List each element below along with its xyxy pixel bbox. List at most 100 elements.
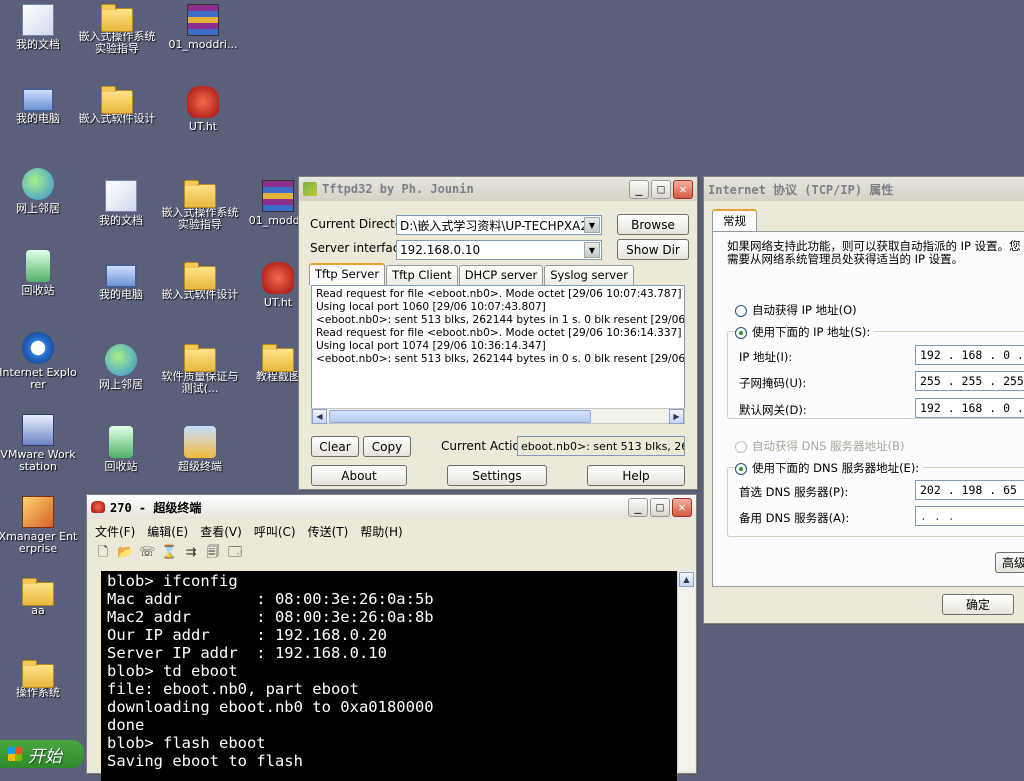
desktop-icon[interactable]: 嵌入式操作系统实验指导 (77, 4, 157, 55)
log-horizontal-scrollbar[interactable]: ◀ ▶ (311, 408, 685, 424)
maximize-button[interactable]: □ (651, 179, 671, 199)
desktop-icon[interactable]: 超级终端 (160, 426, 240, 473)
close-button[interactable]: ✕ (672, 497, 692, 517)
tab-tftpd[interactable]: DHCP server (458, 265, 544, 285)
menu-item[interactable]: 文件(F) (89, 523, 141, 540)
desktop-icon[interactable]: aa (0, 578, 78, 617)
my-computer-icon (105, 264, 137, 288)
scroll-left-icon[interactable]: ◀ (312, 409, 327, 424)
close-button[interactable]: ✕ (673, 179, 693, 199)
scroll-right-icon[interactable]: ▶ (669, 409, 684, 424)
desktop-icon[interactable]: 网上邻居 (81, 344, 161, 391)
clear-button[interactable]: Clear (311, 436, 359, 457)
subnet-mask-field[interactable]: 255 . 255 . 255 . 0 (915, 371, 1024, 391)
tftpd-titlebar[interactable]: Tftpd32 by Ph. Jounin _ □ ✕ (299, 177, 697, 201)
disconnect-icon[interactable]: ⌛ (161, 546, 177, 560)
preferred-dns-field[interactable]: 202 . 198 . 65 . 1 (915, 480, 1024, 500)
auto-ip-option[interactable]: 自动获得 IP 地址(O) (735, 302, 857, 318)
desktop-icon[interactable]: 回收站 (0, 250, 78, 297)
tcpip-titlebar[interactable]: Internet 协议 (TCP/IP) 属性 (704, 177, 1024, 201)
receive-icon[interactable]: 🗐 (205, 546, 221, 560)
copy-button[interactable]: Copy (363, 436, 411, 457)
tab-general[interactable]: 常规 (712, 209, 757, 231)
desktop-icon[interactable]: 回收站 (81, 426, 161, 473)
close-icon: ✕ (679, 182, 687, 196)
terminal-toolbar: 🗋 📂 ☏ ⌛ ⇉ 🗐 🗔 (95, 546, 243, 560)
send-icon[interactable]: ⇉ (183, 546, 199, 560)
tab-tftpd[interactable]: Syslog server (544, 265, 634, 285)
minimize-button[interactable]: _ (629, 179, 649, 199)
hyperterminal-phone-icon (262, 262, 294, 294)
menu-item[interactable]: 编辑(E) (141, 523, 194, 540)
chevron-down-icon[interactable]: ▼ (584, 217, 600, 233)
desktop-icon[interactable]: Xmanager Enterprise (0, 496, 78, 555)
current-directory-select[interactable]: D:\嵌入式学习资料\UP-TECHPXA27 ▼ (396, 215, 602, 235)
auto-dns-option[interactable]: 自动获得 DNS 服务器地址(B) (735, 438, 904, 454)
close-icon: ✕ (678, 500, 686, 514)
manual-dns-option[interactable]: 使用下面的 DNS 服务器地址(E): (735, 460, 924, 476)
console-line: Saving eboot to flash (107, 752, 303, 770)
default-gateway-field[interactable]: 192 . 168 . 0 . 254 (915, 398, 1024, 418)
desktop-icon-label: Xmanager Enterprise (0, 530, 78, 555)
start-button[interactable]: 开始 (0, 740, 84, 768)
menu-item[interactable]: 查看(V) (194, 523, 248, 540)
tab-tftpd[interactable]: Tftp Server (309, 263, 386, 285)
manual-dns-group (727, 467, 1024, 537)
server-interface-select[interactable]: 192.168.0.10 ▼ (396, 240, 602, 260)
desktop-icon[interactable]: 操作系统 (0, 660, 78, 699)
help-button[interactable]: Help (587, 465, 685, 486)
desktop-icon[interactable]: Internet Explorer (0, 332, 78, 391)
desktop-icon[interactable]: 01_moddri... (163, 4, 243, 51)
chevron-down-icon[interactable]: ▼ (584, 242, 600, 258)
terminal-titlebar[interactable]: 270 - 超级终端 _ □ ✕ (87, 495, 696, 519)
ip-address-field[interactable]: 192 . 168 . 0 . 10 (915, 345, 1024, 365)
console-line: Mac2 addr : 08:00:3e:26:0a:8b (107, 608, 434, 626)
settings-button[interactable]: Settings (447, 465, 547, 486)
properties-icon[interactable]: 🗔 (227, 546, 243, 560)
advanced-button[interactable]: 高级 (995, 552, 1024, 573)
menu-item[interactable]: 呼叫(C) (248, 523, 302, 540)
ok-button[interactable]: 确定 (942, 594, 1014, 615)
tab-tftpd[interactable]: Tftp Client (386, 265, 458, 285)
desktop-icon[interactable]: 嵌入式软件设计 (160, 262, 240, 301)
show-dir-button[interactable]: Show Dir (617, 239, 689, 260)
desktop-icon[interactable]: 我的电脑 (0, 86, 78, 125)
phone-icon[interactable]: ☏ (139, 546, 155, 560)
terminal-console[interactable]: blob> ifconfig Mac addr : 08:00:3e:26:0a:… (101, 571, 677, 781)
manual-ip-label: 使用下面的 IP 地址(S): (752, 325, 871, 339)
log-line: Using local port 1060 [29/06 10:07:43.80… (316, 301, 546, 313)
network-places-icon (105, 344, 137, 376)
desktop-icon[interactable]: 我的文档 (81, 180, 161, 227)
scroll-thumb[interactable] (329, 410, 591, 423)
ip-address-label: IP 地址(I): (739, 350, 793, 364)
desktop-icon-label: 我的文档 (16, 38, 60, 51)
radio-icon (735, 304, 747, 317)
new-file-icon[interactable]: 🗋 (95, 546, 111, 560)
alternate-dns-field[interactable]: . . . (915, 506, 1024, 526)
desktop-icon[interactable]: 嵌入式操作系统实验指导 (160, 180, 240, 231)
server-interface-value: 192.168.0.10 (400, 243, 481, 257)
desktop-icon[interactable]: 我的文档 (0, 4, 78, 51)
maximize-button[interactable]: □ (650, 497, 670, 517)
menu-item[interactable]: 帮助(H) (354, 523, 408, 540)
open-folder-icon[interactable]: 📂 (117, 546, 133, 560)
desktop-icon-label: 嵌入式操作系统实验指导 (78, 30, 156, 55)
recycle-bin-icon (26, 250, 50, 282)
folder-icon (101, 4, 133, 32)
minimize-button[interactable]: _ (628, 497, 648, 517)
desktop-icon[interactable]: 我的电脑 (81, 262, 161, 301)
menu-item[interactable]: 传送(T) (302, 523, 355, 540)
desktop-icon[interactable]: 网上邻居 (0, 168, 78, 215)
desktop-icon[interactable]: 嵌入式软件设计 (77, 86, 157, 125)
xmanager-icon (22, 496, 54, 528)
browse-button[interactable]: Browse (617, 214, 689, 235)
scroll-up-icon[interactable]: ▲ (679, 572, 694, 587)
about-button[interactable]: About (311, 465, 407, 486)
desktop-icon[interactable]: VMware Workstation (0, 414, 78, 473)
super-terminal-icon (184, 426, 216, 458)
manual-ip-option[interactable]: 使用下面的 IP 地址(S): (735, 324, 875, 340)
desktop-icon[interactable]: 软件质量保证与测试(... (160, 344, 240, 395)
my-computer-icon (22, 88, 54, 112)
desktop-icon[interactable]: UT.ht (163, 86, 243, 133)
terminal-vertical-scrollbar[interactable]: ▲ (677, 571, 695, 771)
